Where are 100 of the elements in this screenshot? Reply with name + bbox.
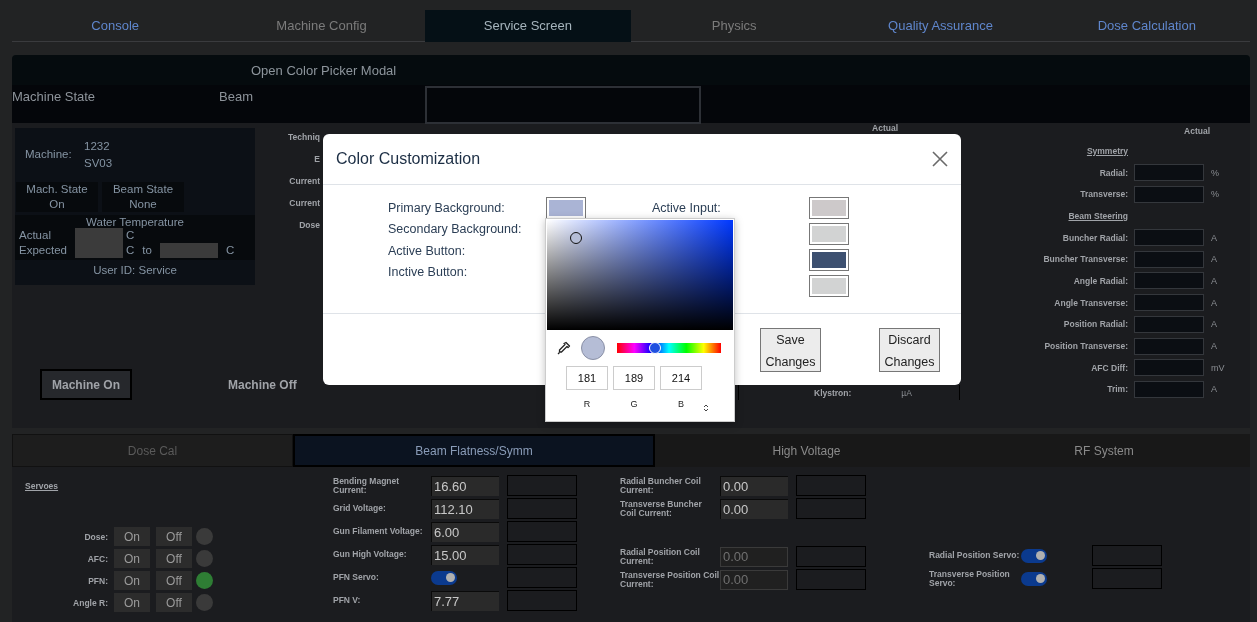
empty-field[interactable] <box>507 544 577 565</box>
section-tab[interactable]: High Voltage <box>655 434 958 467</box>
value-field[interactable] <box>1134 380 1204 398</box>
channel-input[interactable]: 189 <box>613 366 655 390</box>
unit-label: A <box>1211 319 1217 330</box>
color-swatch[interactable] <box>810 250 848 270</box>
value-field[interactable] <box>1134 272 1204 290</box>
on-button[interactable]: On <box>114 527 150 546</box>
open-color-picker-button[interactable]: Open Color Picker Modal <box>12 55 1250 85</box>
actual-header: Actual <box>1184 126 1210 138</box>
field-label: Buncher Transverse: <box>1042 254 1128 265</box>
unit-label: µA <box>901 387 912 398</box>
color-label: Active Button: <box>388 243 467 258</box>
value-field[interactable] <box>1134 359 1204 377</box>
field-label: Grid Voltage: <box>333 504 387 513</box>
close-icon[interactable] <box>932 151 948 167</box>
empty-field[interactable] <box>796 498 866 519</box>
actual-input[interactable] <box>75 228 123 258</box>
saturation-area[interactable] <box>547 220 733 330</box>
slider-thumb[interactable] <box>649 342 662 354</box>
nav-tab[interactable]: Dose Calculation <box>1043 10 1250 42</box>
value-field[interactable]: 0.00 <box>720 475 788 496</box>
machine-off-button[interactable]: Machine Off <box>228 369 297 400</box>
empty-field[interactable] <box>796 475 866 496</box>
value-field[interactable] <box>1134 185 1204 203</box>
to-label: to <box>142 243 152 258</box>
field-label: Dose <box>299 220 320 230</box>
color-swatch[interactable] <box>810 276 848 296</box>
section-tab[interactable]: RF System <box>958 434 1250 467</box>
color-preview <box>581 336 605 360</box>
value-field[interactable]: 15.00 <box>431 544 499 565</box>
eyedropper-icon[interactable] <box>557 341 571 355</box>
value-field[interactable] <box>1134 229 1204 247</box>
toggle-switch[interactable] <box>431 570 457 585</box>
field-label: Techniq <box>288 132 320 142</box>
machine-on-button[interactable]: Machine On <box>40 369 132 400</box>
save-button[interactable]: Save Changes <box>760 327 821 372</box>
empty-field[interactable] <box>1092 568 1162 589</box>
nav-tab[interactable]: Service Screen <box>424 10 631 42</box>
hue-slider[interactable] <box>617 343 721 353</box>
field-label: Angle Transverse: <box>1053 297 1128 308</box>
on-button[interactable]: On <box>114 549 150 568</box>
on-button[interactable]: On <box>114 593 150 612</box>
value-field[interactable]: 6.00 <box>431 521 499 542</box>
empty-field[interactable] <box>507 590 577 611</box>
expected-input[interactable] <box>159 243 218 258</box>
machine-label: Machine: <box>25 148 73 160</box>
expected-label: Expected <box>19 243 68 258</box>
field-label: Transverse: <box>1079 189 1128 200</box>
empty-field[interactable] <box>507 521 577 542</box>
machine-name: SV03 <box>84 156 113 169</box>
empty-field[interactable] <box>796 546 866 567</box>
color-swatch[interactable] <box>810 224 848 244</box>
color-swatch[interactable] <box>810 198 848 218</box>
field-label: Radial: <box>1098 167 1128 178</box>
value-field[interactable] <box>1134 294 1204 312</box>
unit-label: A <box>1211 297 1217 308</box>
beam-label: Beam <box>219 89 254 104</box>
empty-field[interactable] <box>507 475 577 496</box>
discard-button[interactable]: Discard Changes <box>879 327 940 372</box>
nav-tab[interactable]: Quality Assurance <box>837 10 1044 42</box>
section-tab[interactable]: Beam Flatness/Symm <box>293 434 655 467</box>
value-field[interactable] <box>1134 164 1204 182</box>
toggle-switch[interactable] <box>1021 571 1047 586</box>
color-label: Secondary Background: <box>388 222 523 237</box>
off-button[interactable]: Off <box>156 571 192 590</box>
empty-field[interactable] <box>1092 545 1162 566</box>
water-title: Water Temperature <box>86 216 184 228</box>
off-button[interactable]: Off <box>156 527 192 546</box>
value-field[interactable]: 112.10 <box>431 498 499 519</box>
value-field[interactable]: 7.77 <box>431 590 499 611</box>
value-field[interactable] <box>1134 337 1204 355</box>
picker-handle[interactable] <box>569 231 582 244</box>
on-button[interactable]: On <box>114 571 150 590</box>
empty-field[interactable] <box>507 498 577 519</box>
channel-input[interactable]: 181 <box>566 366 608 390</box>
value-field[interactable]: 16.60 <box>431 475 499 496</box>
nav-tab[interactable]: Console <box>12 10 219 42</box>
field-label: PFN Servo: <box>333 573 380 582</box>
field-label: Transverse Position Coil Current: <box>620 570 720 589</box>
value-field[interactable]: 0.00 <box>720 498 788 519</box>
color-swatch[interactable] <box>547 197 585 218</box>
section-heading: Servoes <box>25 481 60 491</box>
off-button[interactable]: Off <box>156 549 192 568</box>
off-button[interactable]: Off <box>156 593 192 612</box>
value-field[interactable] <box>1134 250 1204 268</box>
field-label: Transverse Buncher Coil Current: <box>620 499 703 518</box>
channel-input[interactable]: 214 <box>660 366 702 390</box>
field-label: PFN V: <box>333 596 362 605</box>
color-label: Primary Background: <box>388 200 506 215</box>
value-field[interactable] <box>1134 315 1204 333</box>
unit-label: A <box>1211 232 1217 243</box>
beam-state-label: Beam State <box>112 182 174 197</box>
toggle-switch[interactable] <box>1021 548 1047 563</box>
empty-field[interactable] <box>507 567 577 588</box>
unit-label: C <box>126 228 136 243</box>
empty-field[interactable] <box>796 569 866 590</box>
field-label: E <box>314 154 320 164</box>
user-id: User ID: Service <box>93 264 177 276</box>
up-down-icon[interactable] <box>703 403 709 413</box>
